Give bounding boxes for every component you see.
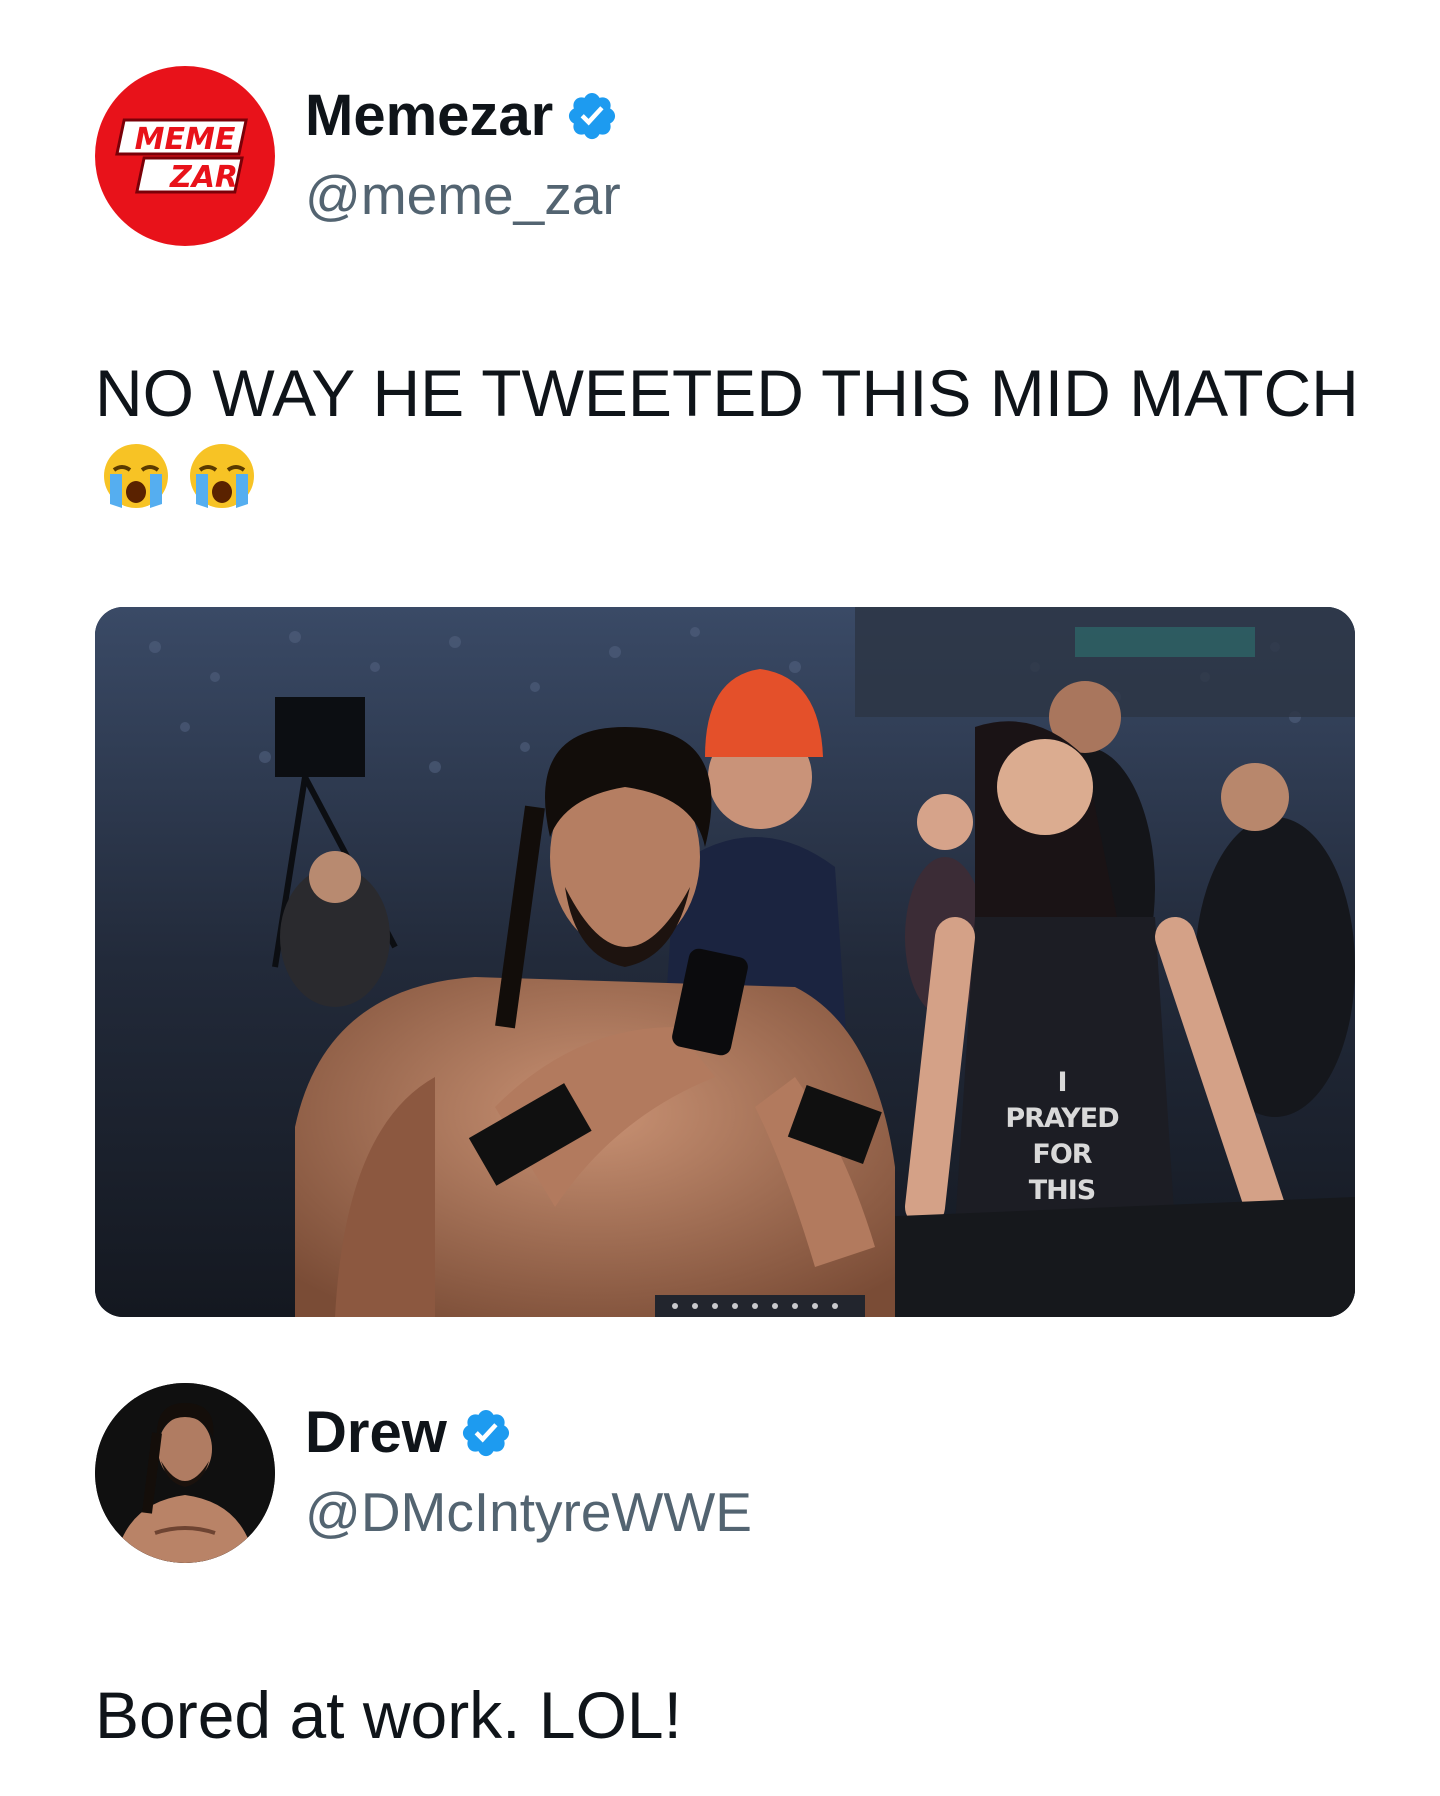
author-handle[interactable]: @DMcIntyreWWE	[305, 1475, 752, 1549]
author-names: Memezar @meme_zar	[305, 80, 621, 232]
tweet-text: Bored at work. LOL!	[95, 1678, 682, 1752]
logo-line-1: MEME	[135, 122, 236, 157]
emoji-row	[100, 440, 258, 512]
loudly-crying-face-icon	[190, 444, 254, 508]
verified-badge-icon	[462, 1409, 509, 1457]
drew-avatar[interactable]	[95, 1383, 275, 1563]
display-name-text: Drew	[305, 1400, 447, 1465]
shirt-text-line-2: FOR THIS	[1028, 1139, 1097, 1206]
tweet-text: NO WAY HE TWEETED THIS MID MATCH	[95, 356, 1359, 430]
author-display-name[interactable]: Drew	[305, 1397, 752, 1469]
shirt-text-line-1: I PRAYED	[1005, 1067, 1119, 1134]
tweet-photo[interactable]	[95, 607, 1355, 1317]
display-name-text: Memezar	[305, 83, 554, 148]
verified-badge-icon	[569, 92, 616, 140]
author-handle[interactable]: @meme_zar	[305, 158, 621, 232]
shirt-text: I PRAYED FOR THIS	[1002, 1065, 1122, 1209]
author-display-name[interactable]: Memezar	[305, 80, 621, 152]
profile-photo-icon	[95, 1383, 275, 1563]
memezar-logo-icon: MEME ZAR	[115, 118, 248, 195]
logo-line-2: ZAR	[169, 160, 238, 195]
tweet-header: MEME ZAR Memezar @meme_zar	[95, 66, 621, 246]
memezar-avatar[interactable]: MEME ZAR	[95, 66, 275, 246]
wrestler-phone-photo	[95, 607, 1355, 1317]
author-names: Drew @DMcIntyreWWE	[305, 1397, 752, 1549]
tweet-header: Drew @DMcIntyreWWE	[95, 1383, 752, 1563]
loudly-crying-face-icon	[104, 444, 168, 508]
